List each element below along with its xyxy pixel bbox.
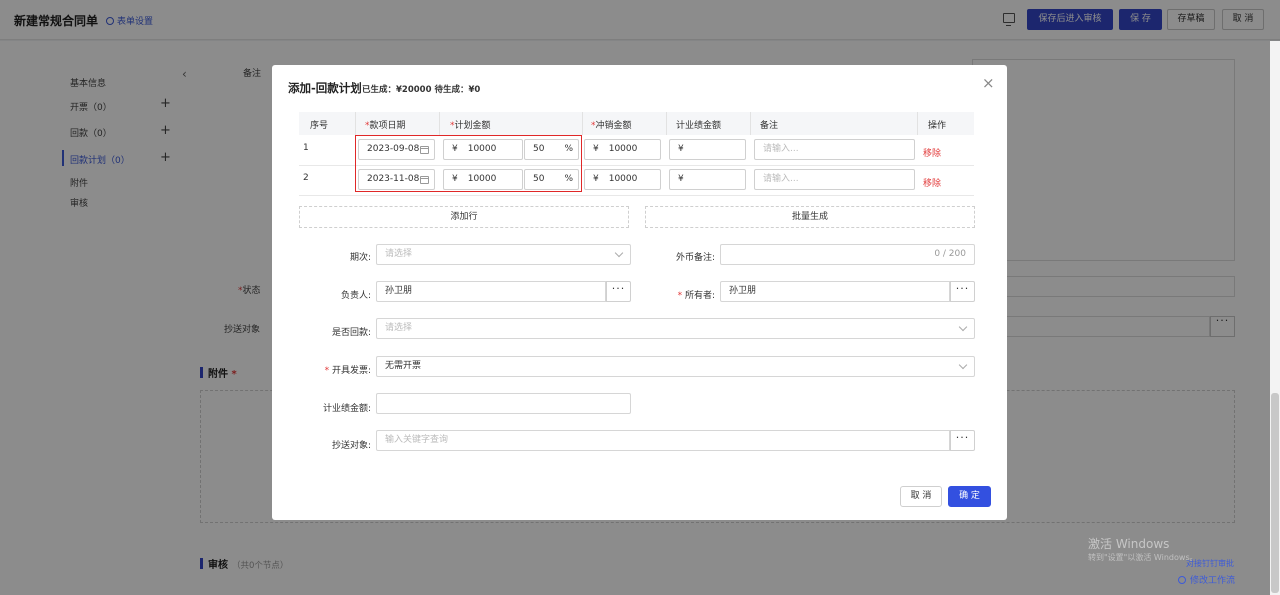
cc-label-modal: 抄送对象: [331,441,371,451]
dialog-cancel-button[interactable]: 取 消 [900,486,942,507]
row-2-no: 2 [303,173,309,183]
windows-watermark-sub: 转到"设置"以激活 Windows。 [1088,553,1198,562]
chevron-down-icon [958,322,968,332]
row-2-remark-input[interactable]: 请输入... [754,169,915,190]
edit-workflow-link[interactable]: 修改工作流 [1178,573,1235,586]
batch-generate-button[interactable]: 批量生成 [645,206,975,228]
col-no: 序号 [310,121,329,131]
cc-search-input[interactable]: 输入关键字查询 [376,430,950,451]
add-payment-plan-dialog: 添加-回款计划 已生成：¥20000 待生成：¥0 × 序号 *款项日期 *计划… [272,65,1007,520]
plus-circle-icon [1178,576,1186,584]
row-1-offset-input[interactable]: ¥10000 [584,139,661,160]
col-remark: 备注 [760,121,779,131]
row-2-offset-input[interactable]: ¥10000 [584,169,661,190]
windows-watermark: 激活 Windows [1088,537,1170,551]
invoice-select[interactable]: 无需开票 [376,356,975,377]
invoice-label: * 开具发票: [324,366,371,376]
dialog-stats: 已生成：¥20000 待生成：¥0 [362,85,481,95]
cc-more-button-modal[interactable]: ··· [950,430,975,451]
period-select[interactable]: 请选择 [376,244,631,265]
plan-table-header: 序号 *款项日期 *计划金额 *冲销金额 计业绩金额 备注 操作 [299,112,974,135]
holder-input[interactable]: 孙卫朋 [720,281,950,302]
col-date: *款项日期 [365,121,406,131]
dialog-title: 添加-回款计划 [288,81,362,95]
perf-amount-input[interactable] [376,393,631,414]
col-perf: 计业绩金额 [676,121,722,131]
row-1-remove-link[interactable]: 移除 [923,146,941,159]
row-1-remark-input[interactable]: 请输入... [754,139,915,160]
col-op: 操作 [928,121,947,131]
row-2-remove-link[interactable]: 移除 [923,176,941,189]
highlight-box [355,135,582,192]
fx-remark-label: 外币备注: [675,253,715,263]
owner-label: 负责人: [340,291,371,301]
period-label: 期次: [349,253,371,263]
fx-remark-input[interactable]: 0 / 200 [720,244,975,265]
col-amount: *计划金额 [450,121,491,131]
dingtalk-approval-link[interactable]: 对接钉钉审批 [1186,558,1234,569]
holder-label: * 所有者: [677,291,715,301]
chevron-down-icon [614,248,624,258]
page-scrollbar[interactable] [1270,41,1280,595]
close-icon[interactable]: × [982,76,995,91]
col-offset: *冲销金额 [591,121,632,131]
is-paid-select[interactable]: 请选择 [376,318,975,339]
scrollbar-thumb[interactable] [1271,393,1279,593]
row-1-no: 1 [303,143,309,153]
holder-more-button[interactable]: ··· [950,281,975,302]
add-row-button[interactable]: 添加行 [299,206,629,228]
perf-amount-label: 计业绩金额: [322,404,371,414]
row-1-perf-input[interactable]: ¥ [669,139,746,160]
owner-more-button[interactable]: ··· [606,281,631,302]
row-2-perf-input[interactable]: ¥ [669,169,746,190]
owner-input[interactable]: 孙卫朋 [376,281,606,302]
chevron-down-icon [958,360,968,370]
dialog-confirm-button[interactable]: 确 定 [948,486,991,507]
is-paid-label: 是否回款: [331,328,371,338]
